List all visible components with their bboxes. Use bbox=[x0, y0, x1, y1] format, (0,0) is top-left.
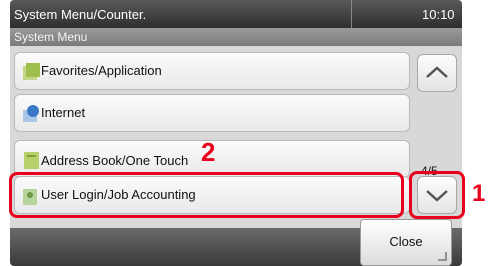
menu-item-label: Favorites/Application bbox=[41, 63, 162, 78]
menu-item-internet[interactable]: Internet bbox=[14, 94, 410, 132]
callout-number-2: 2 bbox=[201, 137, 216, 167]
window-title: System Menu/Counter. bbox=[14, 7, 147, 22]
device-panel: System Menu/Counter. 10:10 System Menu F… bbox=[10, 0, 462, 266]
close-button[interactable]: Close bbox=[360, 219, 452, 266]
menu-item-label: Internet bbox=[41, 105, 86, 120]
highlight-scroll-down bbox=[409, 171, 465, 219]
title-divider bbox=[351, 0, 352, 28]
close-label: Close bbox=[389, 234, 423, 249]
sub-header: System Menu bbox=[10, 28, 462, 46]
menu-item-label: Address Book/One Touch bbox=[41, 153, 189, 168]
highlight-user-login bbox=[9, 172, 404, 218]
title-bar: System Menu/Counter. 10:10 bbox=[10, 0, 462, 28]
clock: 10:10 bbox=[422, 7, 455, 22]
menu-item-favorites[interactable]: Favorites/Application bbox=[14, 52, 410, 90]
corner-grip-icon bbox=[438, 252, 447, 261]
page-title: System Menu bbox=[14, 30, 88, 44]
callout-number-1: 1 bbox=[472, 180, 486, 207]
chevron-up-icon bbox=[426, 66, 448, 78]
scroll-up-button[interactable] bbox=[417, 54, 457, 92]
